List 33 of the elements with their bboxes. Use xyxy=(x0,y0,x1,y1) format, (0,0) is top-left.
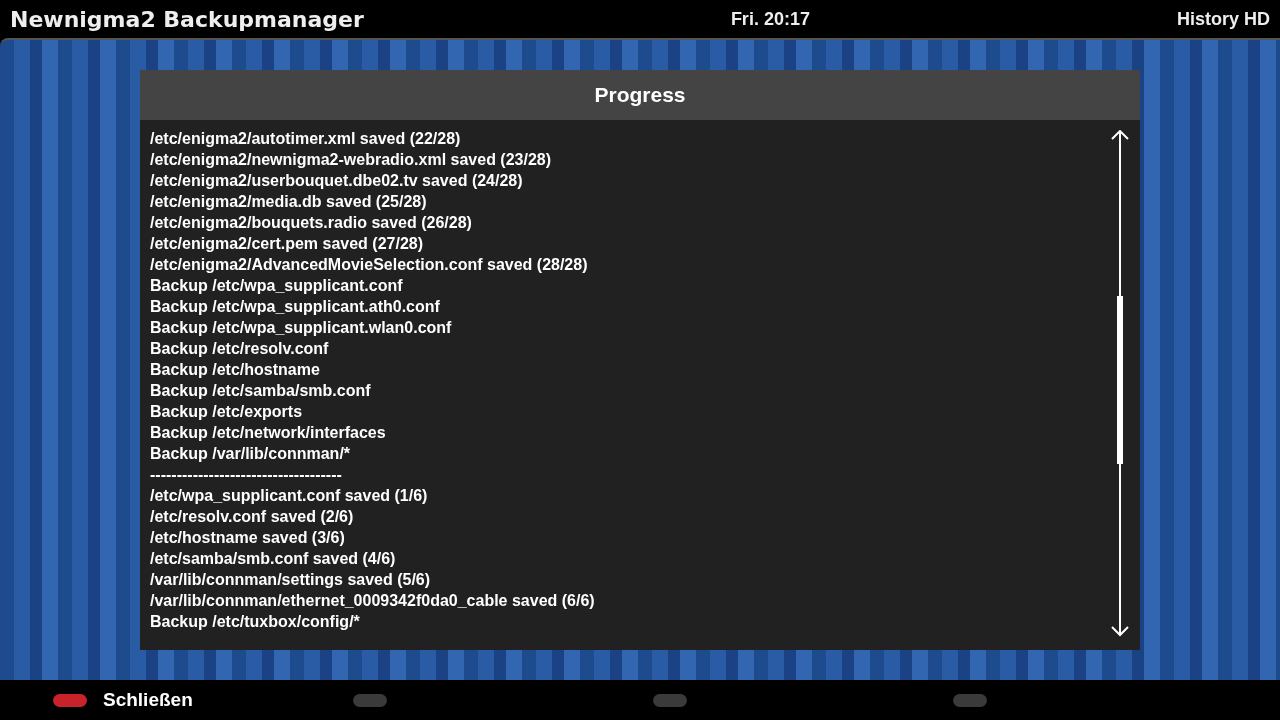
log-line: /etc/enigma2/cert.pem saved (27/28) xyxy=(150,234,425,254)
log-line: /var/lib/connman/settings saved (5/6) xyxy=(150,570,432,590)
log-line: Backup /etc/resolv.conf xyxy=(150,339,330,359)
log-line: /etc/enigma2/newnigma2-webradio.xml saved (23/28) xyxy=(150,150,553,170)
log-line: Backup /etc/wpa_supplicant.conf xyxy=(150,276,404,296)
log-line: /etc/enigma2/media.db saved (25/28) xyxy=(150,192,428,212)
log-line: /etc/resolv.conf saved (2/6) xyxy=(150,507,355,527)
log-line: Backup /etc/samba/smb.conf xyxy=(150,381,372,401)
button-label: Schließen xyxy=(103,687,193,712)
color-key-button[interactable] xyxy=(953,693,987,707)
color-key-button[interactable] xyxy=(653,693,687,707)
log-line: Backup /var/lib/connman/* xyxy=(150,444,352,464)
log-line: Backup /etc/wpa_supplicant.wlan0.conf xyxy=(150,318,453,338)
log-line: /etc/enigma2/userbouquet.dbe02.tv saved (24/28) xyxy=(150,171,524,191)
log-line: Backup /etc/exports xyxy=(150,402,304,422)
dialog-title: Progress xyxy=(140,70,1140,120)
log-line: Backup /etc/wpa_supplicant.ath0.conf xyxy=(150,297,441,317)
clock: Fri. 20:17 xyxy=(729,7,811,31)
log-line: /etc/wpa_supplicant.conf saved (1/6) xyxy=(150,486,429,506)
log-line: /etc/enigma2/bouquets.radio saved (26/28) xyxy=(150,213,473,233)
log-line: /etc/samba/smb.conf saved (4/6) xyxy=(150,549,397,569)
color-key-button[interactable] xyxy=(53,693,87,707)
app-title: Newnigma2 Backupmanager xyxy=(10,5,364,34)
log-line: ------------------------------------ xyxy=(150,465,343,485)
log-line: /etc/enigma2/autotimer.xml saved (22/28) xyxy=(150,129,462,149)
log-line: /var/lib/connman/ethernet_0009342f0da0_cable saved (6/6) xyxy=(150,591,595,611)
channel-name: History HD xyxy=(1176,7,1270,31)
color-key-button[interactable] xyxy=(353,693,387,707)
log-line: Backup /etc/hostname xyxy=(150,360,321,380)
log-line: Backup /etc/tuxbox/config/* xyxy=(150,612,361,632)
log-line: /etc/hostname saved (3/6) xyxy=(150,528,346,548)
log-line: Backup /etc/network/interfaces xyxy=(150,423,387,443)
log-line: /etc/enigma2/AdvancedMovieSelection.conf saved (28/28) xyxy=(150,255,589,275)
